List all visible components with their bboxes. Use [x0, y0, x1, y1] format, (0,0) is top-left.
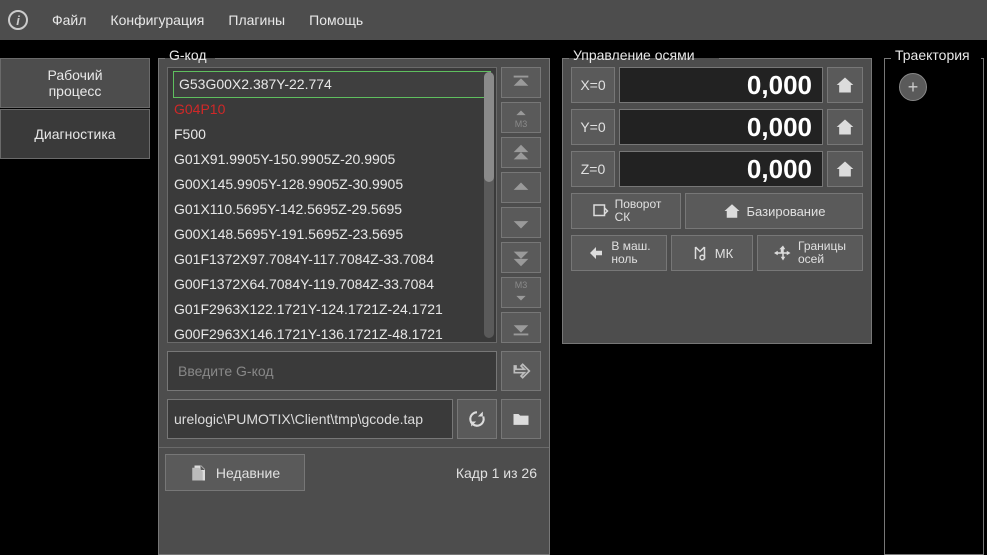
- menu-bar: i Файл Конфигурация Плагины Помощь: [0, 0, 987, 40]
- axis-value-y: 0,000: [619, 109, 823, 145]
- rotate-cs-button[interactable]: Поворот СК: [571, 193, 681, 229]
- info-icon[interactable]: i: [8, 10, 28, 30]
- gcode-line[interactable]: G00X148.5695Y-191.5695Z-23.5695: [174, 222, 490, 247]
- gcode-line[interactable]: G01X110.5695Y-142.5695Z-29.5695: [174, 197, 490, 222]
- rotate-cs-label: Поворот СК: [615, 198, 662, 224]
- nav-line-down-button[interactable]: [501, 207, 541, 238]
- axis-panel-title: Управление осями: [571, 47, 697, 63]
- axis-home-x-button[interactable]: [827, 67, 863, 103]
- tab-diagnostics[interactable]: Диагностика: [0, 109, 150, 159]
- axis-panel: Управление осями X=0 0,000 Y=0 0,000 Z=0…: [562, 58, 872, 344]
- axis-limits-label: Границы осей: [798, 240, 846, 266]
- main-area: Рабочий процесс Диагностика G-код G53G00…: [0, 40, 987, 523]
- open-file-button[interactable]: [501, 399, 541, 439]
- gcode-line[interactable]: G01F2963X122.1721Y-124.1721Z-24.1721: [174, 297, 490, 322]
- gcode-file-path: urelogic\PUMOTIX\Client\tmp\gcode.tap: [167, 399, 453, 439]
- gcode-line[interactable]: G01F1372X97.7084Y-117.7084Z-33.7084: [174, 247, 490, 272]
- panels: G-код G53G00X2.387Y-22.774 G04P10 F500 G…: [150, 40, 984, 523]
- homing-button[interactable]: Базирование: [685, 193, 863, 229]
- recent-files-button[interactable]: Недавние: [165, 454, 305, 491]
- axis-row-y: Y=0 0,000: [571, 109, 863, 145]
- gcode-line[interactable]: G53G00X2.387Y-22.774: [173, 71, 491, 98]
- menu-help[interactable]: Помощь: [309, 12, 363, 28]
- left-tabs: Рабочий процесс Диагностика: [0, 40, 150, 523]
- gcode-line[interactable]: G00F1372X64.7084Y-119.7084Z-33.7084: [174, 272, 490, 297]
- nav-page-up-button[interactable]: [501, 137, 541, 168]
- axis-home-z-button[interactable]: [827, 151, 863, 187]
- homing-label: Базирование: [747, 204, 826, 219]
- gcode-command-input[interactable]: Введите G-код: [167, 351, 497, 391]
- nav-page-down-button[interactable]: [501, 242, 541, 273]
- axis-value-z: 0,000: [619, 151, 823, 187]
- trajectory-panel: Траектория +: [884, 58, 984, 555]
- axis-home-y-button[interactable]: [827, 109, 863, 145]
- mk-button[interactable]: МК: [671, 235, 753, 271]
- menu-file[interactable]: Файл: [52, 12, 86, 28]
- reload-file-button[interactable]: [457, 399, 497, 439]
- axis-row-z: Z=0 0,000: [571, 151, 863, 187]
- gcode-nav-column: M3 M3: [501, 67, 541, 343]
- gcode-submit-button[interactable]: [501, 351, 541, 391]
- axis-zero-x-button[interactable]: X=0: [571, 67, 615, 103]
- gcode-scrollbar[interactable]: [484, 72, 494, 338]
- recent-files-label: Недавние: [216, 465, 280, 481]
- menu-configuration[interactable]: Конфигурация: [110, 12, 204, 28]
- gcode-line[interactable]: G00F2963X146.1721Y-136.1721Z-48.1721: [174, 322, 490, 343]
- mk-label: МК: [715, 246, 733, 261]
- gcode-line[interactable]: G00X145.9905Y-128.9905Z-30.9905: [174, 172, 490, 197]
- goto-machine-zero-label: В маш. ноль: [611, 240, 650, 266]
- axis-zero-y-button[interactable]: Y=0: [571, 109, 615, 145]
- gcode-listing[interactable]: G53G00X2.387Y-22.774 G04P10 F500 G01X91.…: [167, 67, 497, 343]
- menu-plugins[interactable]: Плагины: [228, 12, 285, 28]
- gcode-panel: G-код G53G00X2.387Y-22.774 G04P10 F500 G…: [158, 58, 550, 555]
- gcode-panel-title: G-код: [167, 47, 208, 63]
- tab-workflow[interactable]: Рабочий процесс: [0, 58, 150, 108]
- gcode-line[interactable]: F500: [174, 122, 490, 147]
- goto-machine-zero-button[interactable]: В маш. ноль: [571, 235, 667, 271]
- nav-line-up-button[interactable]: [501, 172, 541, 203]
- trajectory-panel-title: Траектория: [893, 47, 972, 63]
- trajectory-add-button[interactable]: +: [899, 73, 927, 101]
- axis-limits-button[interactable]: Границы осей: [757, 235, 863, 271]
- gcode-line[interactable]: G01X91.9905Y-150.9905Z-20.9905: [174, 147, 490, 172]
- nav-m3-up-button[interactable]: M3: [501, 102, 541, 133]
- nav-m3-down-button[interactable]: M3: [501, 277, 541, 308]
- axis-value-x: 0,000: [619, 67, 823, 103]
- axis-zero-z-button[interactable]: Z=0: [571, 151, 615, 187]
- frame-counter: Кадр 1 из 26: [305, 448, 549, 497]
- axis-row-x: X=0 0,000: [571, 67, 863, 103]
- nav-to-start-button[interactable]: [501, 67, 541, 98]
- gcode-line[interactable]: G04P10: [174, 97, 490, 122]
- nav-to-end-button[interactable]: [501, 312, 541, 343]
